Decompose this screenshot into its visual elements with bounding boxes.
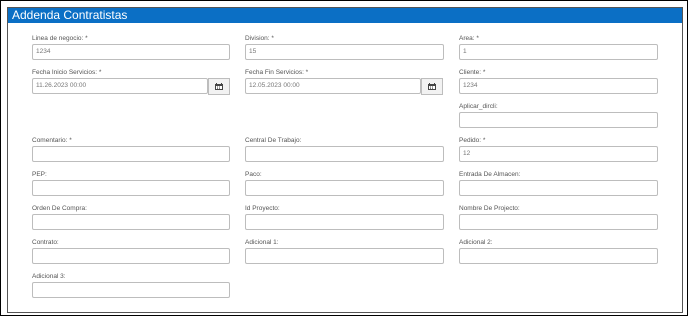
adicional-1-label: Adicional 1: <box>245 239 279 246</box>
fecha-inicio-label: Fecha Inicio Servicios: * <box>32 69 102 76</box>
calendar-icon <box>428 83 436 90</box>
fecha-fin-input[interactable]: 12.05.2023 00:00 <box>245 78 421 94</box>
entrada-almacen-label: Entrada De Almacen: <box>459 171 521 178</box>
window-frame: Addenda Contratistas Linea de negocio: *… <box>0 0 688 316</box>
division-label: Division: * <box>245 35 274 42</box>
orden-compra-input[interactable] <box>32 214 230 230</box>
contrato-label: Contrato: <box>32 239 59 246</box>
area-input[interactable]: 1 <box>459 44 658 60</box>
orden-compra-label: Orden De Compra: <box>32 205 87 212</box>
entrada-almacen-input[interactable] <box>459 180 658 196</box>
id-proyecto-input[interactable] <box>245 214 444 230</box>
addenda-panel: Addenda Contratistas Linea de negocio: *… <box>7 7 683 313</box>
fecha-inicio-calendar-button[interactable] <box>208 78 230 95</box>
cliente-input[interactable]: 1234 <box>459 78 658 94</box>
comentario-label: Comentario: * <box>32 137 72 144</box>
pedido-input[interactable]: 12 <box>459 146 658 162</box>
cliente-label: Cliente: * <box>459 69 486 76</box>
adicional-2-input[interactable] <box>459 248 658 264</box>
calendar-icon <box>215 83 223 90</box>
aplicar-dircli-input[interactable] <box>459 112 658 128</box>
nombre-proyecto-input[interactable] <box>459 214 658 230</box>
pedido-label: Pedido: * <box>459 137 486 144</box>
central-trabajo-input[interactable] <box>245 146 444 162</box>
paco-label: Paco: <box>245 171 262 178</box>
pep-label: PEP: <box>32 171 47 178</box>
contrato-input[interactable] <box>32 248 230 264</box>
pep-input[interactable] <box>32 180 230 196</box>
paco-input[interactable] <box>245 180 444 196</box>
adicional-2-label: Adicional 2: <box>459 239 493 246</box>
nombre-proyecto-label: Nombre De Projecto: <box>459 205 520 212</box>
aplicar-dircli-label: Aplicar_dircli: <box>459 103 498 110</box>
adicional-3-input[interactable] <box>32 282 230 298</box>
adicional-1-input[interactable] <box>245 248 444 264</box>
division-input[interactable]: 15 <box>245 44 444 60</box>
fecha-inicio-input[interactable]: 11.26.2023 00:00 <box>32 78 208 94</box>
linea-negocio-input[interactable]: 1234 <box>32 44 230 60</box>
fecha-fin-label: Fecha Fin Servicios: * <box>245 69 309 76</box>
adicional-3-label: Adicional 3: <box>32 273 66 280</box>
area-label: Area: * <box>459 35 479 42</box>
linea-negocio-label: Linea de negocio: * <box>32 35 88 42</box>
central-trabajo-label: Central De Trabajo: <box>245 137 302 144</box>
panel-title: Addenda Contratistas <box>8 8 682 23</box>
id-proyecto-label: Id Proyecto: <box>245 205 280 212</box>
comentario-input[interactable] <box>32 146 230 162</box>
fecha-fin-calendar-button[interactable] <box>421 78 443 95</box>
